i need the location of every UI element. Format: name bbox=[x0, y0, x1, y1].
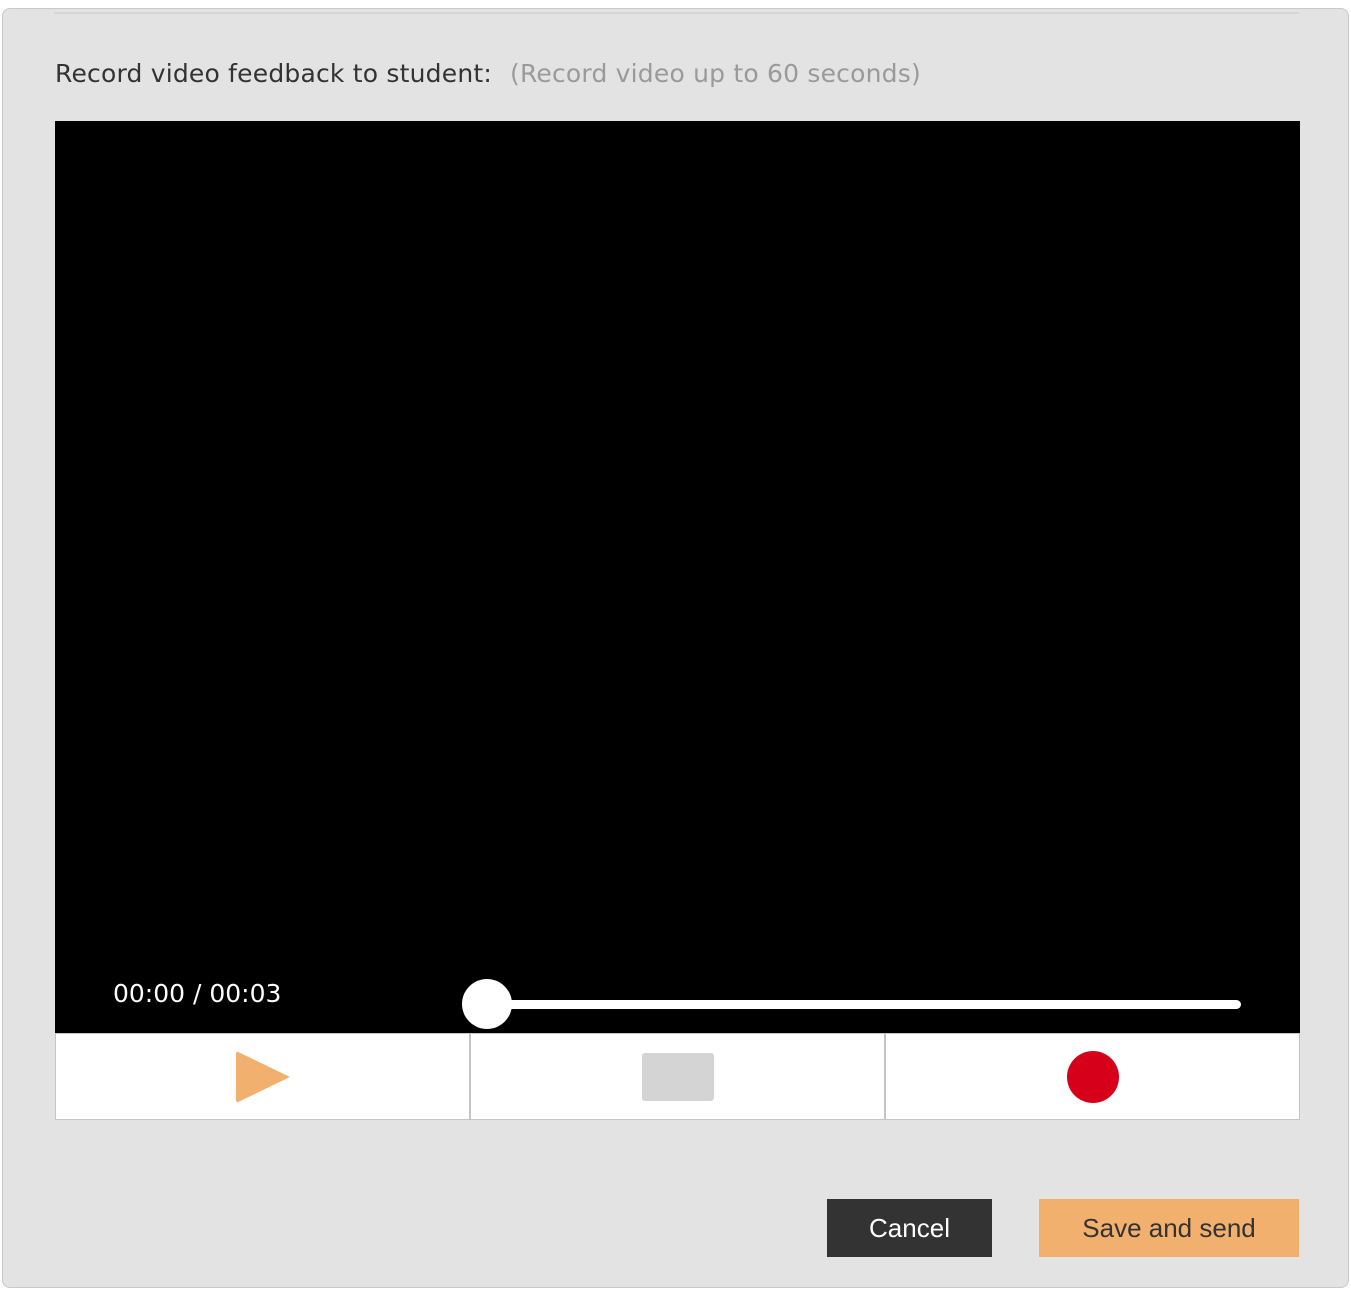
seek-handle[interactable] bbox=[462, 979, 512, 1029]
video-preview[interactable]: 00:00 / 00:03 bbox=[55, 121, 1300, 1033]
seek-bar[interactable] bbox=[462, 979, 1241, 1029]
stop-button[interactable] bbox=[471, 1034, 886, 1119]
play-icon bbox=[235, 1050, 290, 1103]
dialog-header: Record video feedback to student: (Recor… bbox=[55, 53, 921, 93]
header-label: Record video feedback to student: bbox=[55, 58, 492, 88]
record-button[interactable] bbox=[886, 1034, 1299, 1119]
recorder-controls bbox=[55, 1033, 1300, 1120]
play-button[interactable] bbox=[56, 1034, 471, 1119]
save-and-send-button[interactable]: Save and send bbox=[1039, 1199, 1299, 1257]
video-feedback-dialog: Record video feedback to student: (Recor… bbox=[2, 8, 1349, 1288]
cancel-button[interactable]: Cancel bbox=[827, 1199, 992, 1257]
top-divider bbox=[54, 12, 1299, 14]
record-icon bbox=[1066, 1050, 1119, 1103]
header-hint: (Record video up to 60 seconds) bbox=[509, 58, 921, 88]
time-readout: 00:00 / 00:03 bbox=[113, 979, 282, 1008]
stop-icon bbox=[641, 1052, 714, 1101]
